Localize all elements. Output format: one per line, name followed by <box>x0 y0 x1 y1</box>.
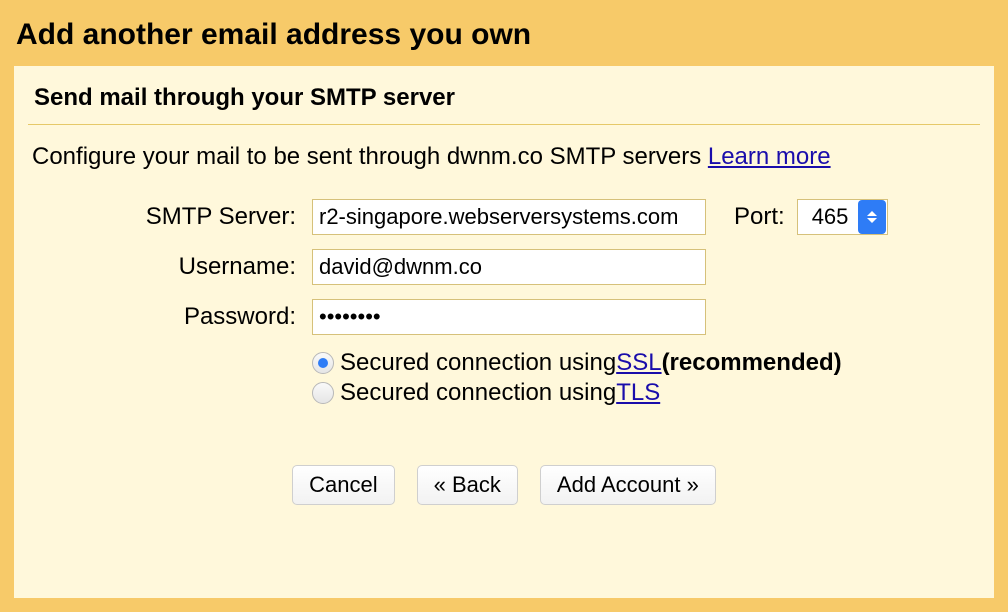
instruction-prefix: Configure your mail to be sent through d… <box>32 143 708 170</box>
port-value: 465 <box>798 204 859 230</box>
ssl-option[interactable]: Secured connection using SSL (recommende… <box>312 349 976 377</box>
tls-prefix: Secured connection using <box>340 379 616 407</box>
dialog-title: Add another email address you own <box>0 2 1008 66</box>
back-button[interactable]: « Back <box>417 465 518 505</box>
dialog-container: Add another email address you own Send m… <box>0 0 1008 612</box>
cancel-button[interactable]: Cancel <box>292 465 394 505</box>
username-row: Username: <box>14 245 994 295</box>
smtp-label: SMTP Server: <box>32 203 312 231</box>
stepper-icon[interactable] <box>858 200 886 234</box>
dialog-inner: Send mail through your SMTP server Confi… <box>14 66 994 598</box>
add-account-button[interactable]: Add Account » <box>540 465 716 505</box>
dialog-subtitle: Send mail through your SMTP server <box>14 66 994 124</box>
ssl-link[interactable]: SSL <box>616 349 661 377</box>
username-input[interactable] <box>312 249 706 285</box>
password-row: Password: <box>14 295 994 345</box>
divider <box>28 124 980 125</box>
password-input[interactable] <box>312 299 706 335</box>
ssl-suffix: (recommended) <box>662 349 842 377</box>
radio-icon <box>312 382 334 404</box>
radio-icon <box>312 352 334 374</box>
security-group: Secured connection using SSL (recommende… <box>14 345 994 407</box>
smtp-row: SMTP Server: Port: 465 <box>14 195 994 245</box>
port-select[interactable]: 465 <box>797 199 889 235</box>
port-label: Port: <box>734 203 785 231</box>
button-row: Cancel « Back Add Account » <box>14 409 994 505</box>
ssl-prefix: Secured connection using <box>340 349 616 377</box>
smtp-server-input[interactable] <box>312 199 706 235</box>
username-label: Username: <box>32 253 312 281</box>
instruction-text: Configure your mail to be sent through d… <box>14 143 994 195</box>
learn-more-link[interactable]: Learn more <box>708 143 831 170</box>
tls-option[interactable]: Secured connection using TLS <box>312 379 976 407</box>
password-label: Password: <box>32 303 312 331</box>
tls-link[interactable]: TLS <box>616 379 660 407</box>
